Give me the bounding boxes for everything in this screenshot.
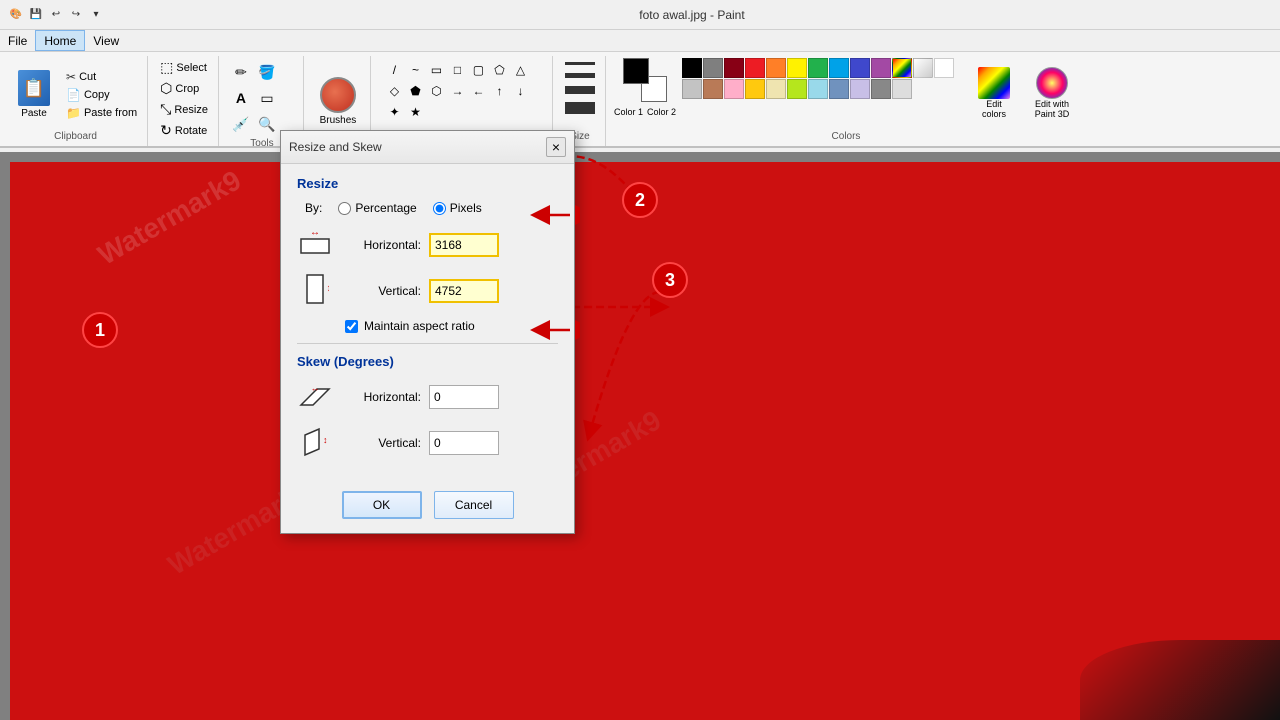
svg-text:↕: ↕	[327, 283, 330, 294]
skew-v-icon-container: ↕	[297, 425, 333, 461]
svg-text:↔: ↔	[310, 231, 320, 238]
svg-text:↕: ↕	[323, 435, 328, 445]
skew-h-icon-container: ↔	[297, 379, 333, 415]
resize-vertical-icon: ↕	[301, 273, 329, 309]
skew-vertical-icon: ↕	[301, 425, 329, 461]
pixels-radio-label[interactable]: Pixels	[433, 201, 482, 215]
resize-vertical-row: ↕ Vertical:	[297, 273, 558, 309]
dialog-body: Resize By: Percentage Pixels ↔	[281, 164, 574, 483]
resize-horizontal-row: ↔ Horizontal:	[297, 227, 558, 263]
dialog-overlay: Resize and Skew × Resize By: Percentage …	[0, 0, 1280, 720]
resize-skew-dialog: Resize and Skew × Resize By: Percentage …	[280, 130, 575, 534]
pixels-radio[interactable]	[433, 202, 446, 215]
percentage-label: Percentage	[355, 201, 416, 215]
by-label: By:	[305, 201, 322, 215]
pixels-label: Pixels	[450, 201, 482, 215]
resize-horizontal-icon: ↔	[297, 231, 333, 259]
resize-h-icon-container: ↔	[297, 227, 333, 263]
horizontal-resize-label: Horizontal:	[341, 238, 421, 252]
resize-by-row: By: Percentage Pixels	[297, 201, 558, 215]
svg-text:↔: ↔	[311, 383, 320, 393]
ok-button[interactable]: OK	[342, 491, 422, 519]
dialog-title: Resize and Skew	[289, 140, 382, 154]
maintain-aspect-checkbox[interactable]	[345, 320, 358, 333]
section-divider	[297, 343, 558, 344]
percentage-radio[interactable]	[338, 202, 351, 215]
maintain-aspect-label[interactable]: Maintain aspect ratio	[364, 319, 475, 333]
dialog-close-button[interactable]: ×	[546, 137, 566, 157]
dialog-title-bar: Resize and Skew ×	[281, 131, 574, 164]
vertical-resize-input[interactable]	[429, 279, 499, 303]
horizontal-skew-label: Horizontal:	[341, 390, 421, 404]
percentage-radio-label[interactable]: Percentage	[338, 201, 416, 215]
horizontal-skew-input[interactable]	[429, 385, 499, 409]
maintain-aspect-row: Maintain aspect ratio	[297, 319, 558, 333]
dialog-buttons: OK Cancel	[281, 483, 574, 533]
resize-section-header: Resize	[297, 176, 558, 191]
vertical-resize-label: Vertical:	[341, 284, 421, 298]
skew-section-header: Skew (Degrees)	[297, 354, 558, 369]
vertical-skew-input[interactable]	[429, 431, 499, 455]
skew-horizontal-icon: ↔	[297, 383, 333, 411]
horizontal-resize-input[interactable]	[429, 233, 499, 257]
vertical-skew-label: Vertical:	[341, 436, 421, 450]
cancel-button[interactable]: Cancel	[434, 491, 514, 519]
skew-vertical-row: ↕ Vertical:	[297, 425, 558, 461]
skew-horizontal-row: ↔ Horizontal:	[297, 379, 558, 415]
resize-v-icon-container: ↕	[297, 273, 333, 309]
